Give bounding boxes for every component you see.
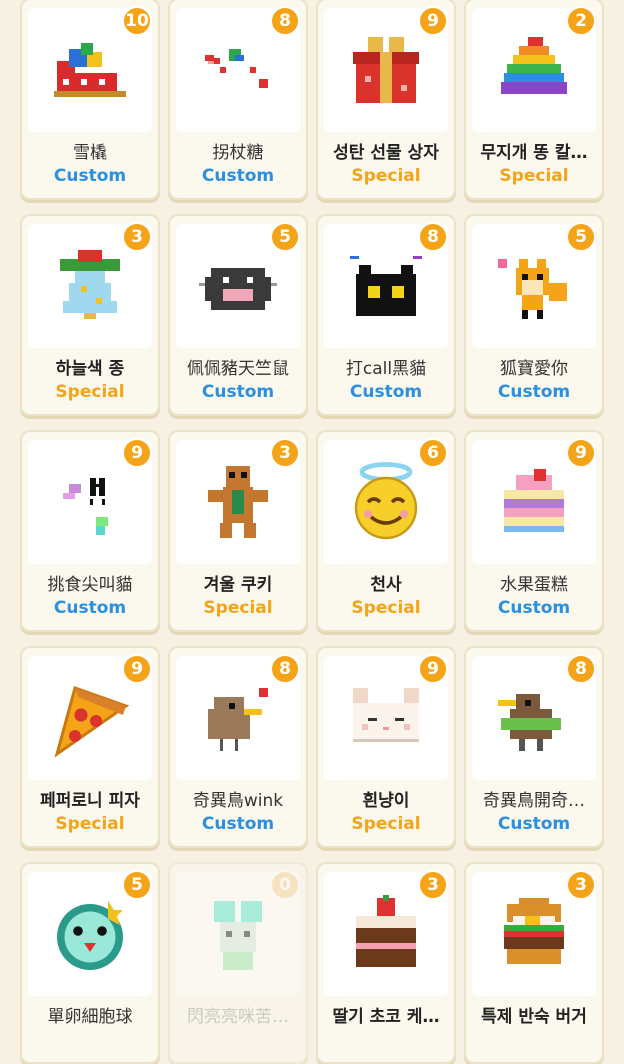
count-badge: 3 bbox=[270, 438, 300, 468]
count-badge: 8 bbox=[566, 654, 596, 684]
sticker-card[interactable]: 10 雪橇 Custom bbox=[20, 0, 160, 200]
sticker-tag: Custom bbox=[497, 814, 571, 834]
count-badge: 3 bbox=[418, 870, 448, 900]
sticker-name: 성탄 선물 상자 bbox=[333, 143, 439, 163]
sticker-name: 單卵細胞球 bbox=[47, 1007, 133, 1027]
sticker-name: 水果蛋糕 bbox=[500, 575, 568, 595]
sticker-name: 페퍼로니 피자 bbox=[40, 791, 140, 811]
sticker-tag: Special bbox=[203, 598, 273, 618]
sticker-name: 하늘색 종 bbox=[55, 359, 125, 379]
sticker-tag: Special bbox=[351, 814, 421, 834]
sticker-name: 무지개 똥 칼… bbox=[480, 143, 588, 163]
sticker-name: 흰냥이 bbox=[362, 791, 410, 811]
sticker-card[interactable]: 5 狐寶愛你 Custom bbox=[464, 214, 604, 416]
sticker-tag: Special bbox=[55, 382, 125, 402]
sticker-tag: Custom bbox=[349, 382, 423, 402]
sticker-tag: Custom bbox=[497, 382, 571, 402]
sticker-card[interactable]: 8 打call黑貓 Custom bbox=[316, 214, 456, 416]
count-badge: 5 bbox=[566, 222, 596, 252]
sticker-card[interactable]: 3 겨울 쿠키 Special bbox=[168, 430, 308, 632]
sticker-name: 打call黑貓 bbox=[345, 359, 427, 379]
count-badge: 8 bbox=[270, 6, 300, 36]
count-badge: 9 bbox=[418, 654, 448, 684]
sticker-card[interactable]: 6 천사 Special bbox=[316, 430, 456, 632]
sticker-card[interactable]: 8 拐杖糖 Custom bbox=[168, 0, 308, 200]
sticker-name: 겨울 쿠키 bbox=[203, 575, 273, 595]
count-badge: 3 bbox=[566, 870, 596, 900]
sticker-card[interactable]: 3 특제 반숙 버거 bbox=[464, 862, 604, 1064]
count-badge: 0 bbox=[270, 870, 300, 900]
sticker-card[interactable]: 8 奇異鳥wink Custom bbox=[168, 646, 308, 848]
count-badge: 9 bbox=[122, 438, 152, 468]
sticker-card[interactable]: 3 하늘색 종 Special bbox=[20, 214, 160, 416]
sticker-grid: 10 雪橇 Custom 8 拐杖糖 Custom 9 성탄 선물 상자 Spe… bbox=[20, 0, 604, 1064]
sticker-card[interactable]: 9 흰냥이 Special bbox=[316, 646, 456, 848]
sticker-card[interactable]: 3 딸기 초코 케… bbox=[316, 862, 456, 1064]
count-badge: 8 bbox=[418, 222, 448, 252]
sticker-tag: Custom bbox=[497, 598, 571, 618]
count-badge: 3 bbox=[122, 222, 152, 252]
sticker-card[interactable]: 9 水果蛋糕 Custom bbox=[464, 430, 604, 632]
sticker-card[interactable]: 5 佩佩豬天竺鼠 Custom bbox=[168, 214, 308, 416]
sticker-tag: Custom bbox=[53, 598, 127, 618]
sticker-card[interactable]: 5 單卵細胞球 bbox=[20, 862, 160, 1064]
sticker-tag: Custom bbox=[53, 166, 127, 186]
sticker-card[interactable]: 8 奇異鳥開奇… Custom bbox=[464, 646, 604, 848]
sticker-card[interactable]: 9 페퍼로니 피자 Special bbox=[20, 646, 160, 848]
count-badge: 9 bbox=[566, 438, 596, 468]
sticker-name: 挑食尖叫貓 bbox=[47, 575, 133, 595]
sticker-tag: Custom bbox=[201, 814, 275, 834]
sticker-name: 딸기 초코 케… bbox=[332, 1007, 440, 1027]
sticker-name: 특제 반숙 버거 bbox=[481, 1007, 587, 1027]
sticker-tag: Special bbox=[499, 166, 569, 186]
sticker-tag: Special bbox=[351, 166, 421, 186]
sticker-tag: Special bbox=[55, 814, 125, 834]
count-badge: 2 bbox=[566, 6, 596, 36]
sticker-name: 狐寶愛你 bbox=[500, 359, 568, 379]
sticker-card[interactable]: 0 閃亮亮咪苦… bbox=[168, 862, 308, 1064]
count-badge: 5 bbox=[122, 870, 152, 900]
sticker-card[interactable]: 2 무지개 똥 칼… Special bbox=[464, 0, 604, 200]
sticker-name: 佩佩豬天竺鼠 bbox=[187, 359, 289, 379]
sticker-name: 奇異鳥wink bbox=[192, 791, 284, 811]
sticker-name: 천사 bbox=[370, 575, 402, 595]
count-badge: 5 bbox=[270, 222, 300, 252]
sticker-name: 雪橇 bbox=[73, 143, 107, 163]
sticker-tag: Custom bbox=[201, 382, 275, 402]
sticker-card[interactable]: 9 挑食尖叫貓 Custom bbox=[20, 430, 160, 632]
sticker-name: 拐杖糖 bbox=[212, 143, 264, 163]
count-badge: 6 bbox=[418, 438, 448, 468]
sticker-card[interactable]: 9 성탄 선물 상자 Special bbox=[316, 0, 456, 200]
sticker-tag: Custom bbox=[201, 166, 275, 186]
count-badge: 8 bbox=[270, 654, 300, 684]
count-badge: 9 bbox=[418, 6, 448, 36]
sticker-tag: Special bbox=[351, 598, 421, 618]
sticker-name: 閃亮亮咪苦… bbox=[187, 1007, 289, 1027]
count-badge: 9 bbox=[122, 654, 152, 684]
count-badge: 10 bbox=[122, 6, 152, 36]
sticker-name: 奇異鳥開奇… bbox=[483, 791, 585, 811]
